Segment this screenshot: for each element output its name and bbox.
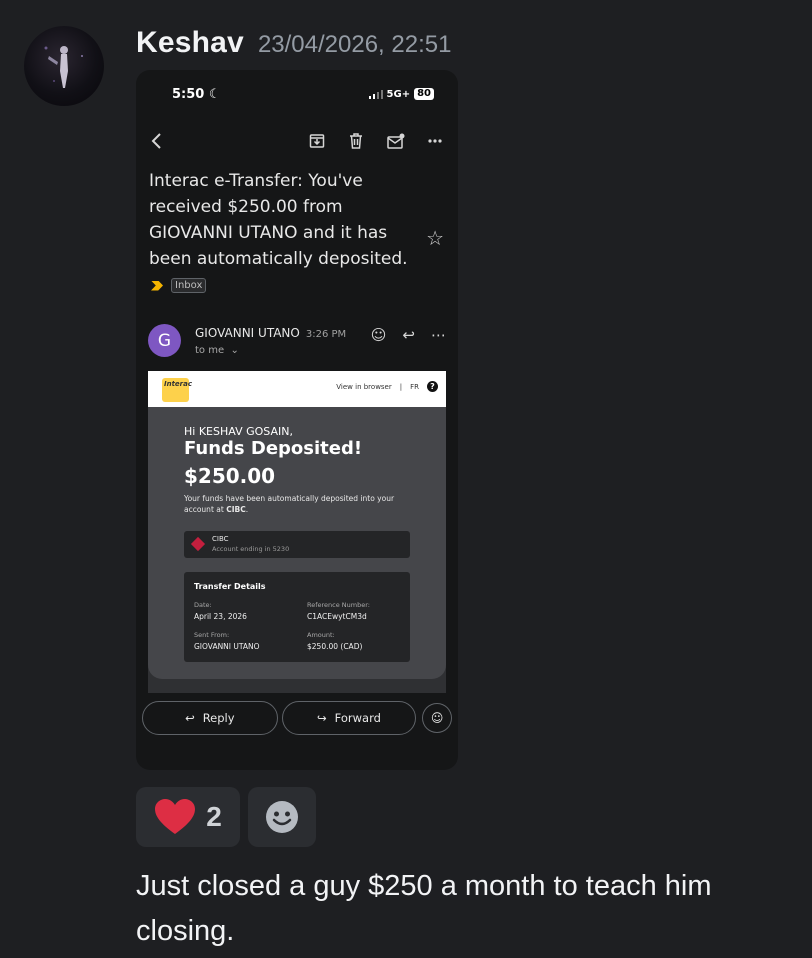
recipient-line[interactable]: to me ⌄ bbox=[195, 345, 239, 356]
reactions: 2 bbox=[136, 787, 316, 847]
cibc-logo-icon bbox=[190, 536, 206, 552]
forward-icon: ↪ bbox=[317, 711, 327, 725]
inbox-label[interactable]: Inbox bbox=[171, 278, 207, 293]
sender-avatar: G bbox=[148, 324, 181, 357]
deposit-card: Hi KESHAV GOSAIN, Funds Deposited! $250.… bbox=[148, 407, 446, 679]
add-reaction-button[interactable] bbox=[248, 787, 316, 847]
french-link[interactable]: FR bbox=[410, 383, 419, 391]
note-text: Your funds have been automatically depos… bbox=[184, 494, 395, 514]
email-subject: Interac e-Transfer: You've received $250… bbox=[149, 171, 408, 269]
more-icon[interactable]: ⋯ bbox=[431, 326, 446, 344]
more-icon[interactable] bbox=[424, 130, 446, 152]
emoji-reaction-icon[interactable]: ☺ bbox=[371, 326, 387, 344]
message-header: Keshav 23/04/2026, 22:51 bbox=[136, 26, 451, 60]
interac-logo: Interac bbox=[162, 378, 193, 402]
details-title: Transfer Details bbox=[194, 582, 266, 591]
deposit-note: Your funds have been automatically depos… bbox=[184, 493, 404, 515]
funds-title: Funds Deposited! bbox=[184, 438, 363, 459]
account-bank: CIBC bbox=[212, 535, 229, 543]
screenshot-attachment[interactable]: 5:50 ☾ 5G+ 80 Interac e-Transfer: You've… bbox=[136, 70, 458, 770]
account-ending: Account ending in 5230 bbox=[212, 545, 290, 553]
reply-icon: ↩ bbox=[185, 711, 195, 725]
date-label: Date: bbox=[194, 601, 212, 609]
logo-text: Interac bbox=[164, 380, 193, 388]
avatar-image bbox=[44, 46, 83, 88]
help-icon[interactable]: ? bbox=[427, 381, 438, 392]
status-time: 5:50 ☾ bbox=[172, 87, 221, 102]
account-box: CIBC Account ending in 5230 bbox=[184, 531, 410, 558]
greeting: Hi KESHAV GOSAIN, bbox=[184, 425, 293, 438]
battery-icon: 80 bbox=[414, 88, 434, 100]
view-in-browser-link[interactable]: View in browser bbox=[336, 383, 391, 391]
note-bank: CIBC bbox=[226, 505, 246, 514]
deposit-amount: $250.00 bbox=[184, 464, 276, 488]
mark-unread-icon[interactable] bbox=[385, 130, 407, 152]
reference-value: C1ACEwytCM3d bbox=[307, 612, 367, 621]
signal-icon bbox=[368, 89, 383, 99]
amount-value: $250.00 (CAD) bbox=[307, 642, 363, 651]
link-separator: | bbox=[399, 382, 403, 391]
network-label: 5G+ bbox=[386, 88, 411, 100]
sender-name: GIOVANNI UTANO bbox=[195, 326, 300, 340]
user-avatar[interactable] bbox=[24, 26, 104, 106]
note-end: . bbox=[245, 505, 249, 514]
forward-label: Forward bbox=[334, 711, 381, 725]
sender-row: G GIOVANNI UTANO 3:26 PM to me ⌄ ☺ ↩ ⋯ bbox=[148, 324, 446, 364]
interac-header: Interac View in browser | FR ? bbox=[148, 371, 446, 407]
moon-icon: ☾ bbox=[208, 87, 221, 102]
reply-button[interactable]: ↩ Reply bbox=[142, 701, 278, 735]
emoji-button[interactable]: ☺ bbox=[422, 703, 452, 733]
status-indicators: 5G+ 80 bbox=[368, 88, 434, 100]
importance-marker-icon bbox=[151, 280, 163, 291]
add-reaction-icon bbox=[266, 801, 298, 833]
chevron-down-icon: ⌄ bbox=[227, 345, 239, 356]
reference-label: Reference Number: bbox=[307, 601, 370, 609]
forward-button[interactable]: ↪ Forward bbox=[281, 701, 417, 735]
sender-time: 3:26 PM bbox=[305, 329, 347, 340]
header-links: View in browser | FR ? bbox=[336, 381, 438, 392]
delete-icon[interactable] bbox=[345, 130, 367, 152]
author-name[interactable]: Keshav bbox=[136, 26, 244, 60]
reaction-count: 2 bbox=[206, 801, 222, 832]
message-text: Just closed a guy $250 a month to teach … bbox=[136, 870, 712, 947]
status-time-text: 5:50 bbox=[172, 87, 205, 102]
sender-actions: ☺ ↩ ⋯ bbox=[371, 326, 446, 344]
amount-label: Amount: bbox=[307, 631, 335, 639]
sent-from-value: GIOVANNI UTANO bbox=[194, 642, 260, 651]
recipient-text: to me bbox=[195, 345, 225, 356]
heart-icon bbox=[155, 799, 196, 834]
email-labels: Inbox bbox=[151, 278, 207, 293]
message-timestamp: 23/04/2026, 22:51 bbox=[257, 31, 452, 58]
archive-icon[interactable] bbox=[306, 130, 328, 152]
email-body: Interac View in browser | FR ? Hi KESHAV… bbox=[148, 371, 446, 693]
heart-reaction[interactable]: 2 bbox=[136, 787, 240, 847]
sent-from-label: Sent From: bbox=[194, 631, 230, 639]
date-value: April 23, 2026 bbox=[194, 612, 247, 621]
reply-label: Reply bbox=[202, 711, 235, 725]
sender-line: GIOVANNI UTANO 3:26 PM bbox=[195, 326, 346, 340]
reply-icon[interactable]: ↩ bbox=[402, 326, 415, 344]
reply-actions: ↩ Reply ↪ Forward ☺ bbox=[142, 699, 452, 737]
emoji-icon: ☺ bbox=[430, 711, 444, 725]
star-icon[interactable]: ☆ bbox=[426, 226, 444, 250]
email-toolbar bbox=[148, 130, 446, 154]
back-icon[interactable] bbox=[146, 130, 168, 152]
transfer-details: Transfer Details Date: April 23, 2026 Re… bbox=[184, 572, 410, 662]
